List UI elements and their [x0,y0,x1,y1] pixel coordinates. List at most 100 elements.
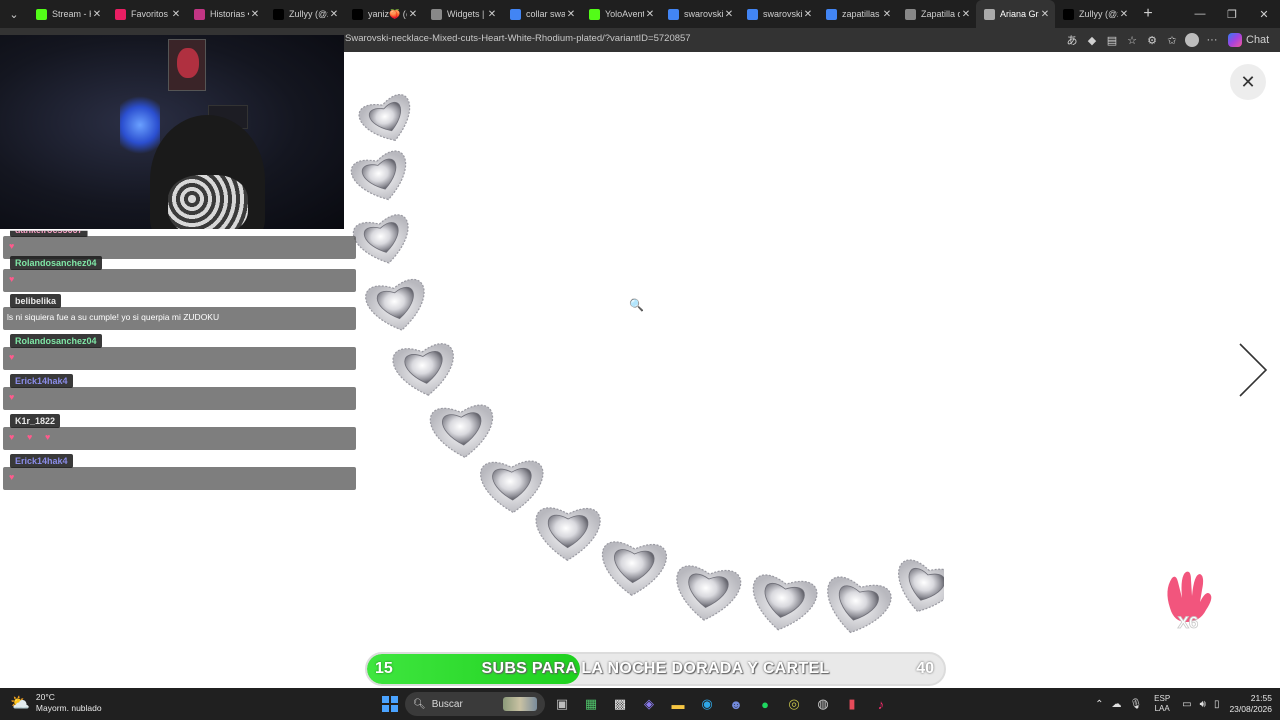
microphone-icon[interactable]: 🎙︎ [1129,699,1142,710]
close-tab-icon[interactable]: ✕ [1039,9,1051,20]
search-icon [826,8,837,20]
tab-title: collar swar [526,9,565,19]
obs-app-icon[interactable]: ◍ [811,692,835,716]
close-tab-icon[interactable]: ✕ [249,9,261,20]
browser-tab[interactable]: swarovski c✕ [739,0,818,28]
zoom-cursor-icon: 🔍 [629,298,644,312]
more-options-icon[interactable]: ··· [1202,34,1222,46]
url-text[interactable]: Swarovski-necklace-Mixed-cuts-Heart-Whit… [345,33,691,44]
start-button[interactable] [380,694,400,714]
close-tab-icon[interactable]: ✕ [91,9,103,20]
copilot-chat-button[interactable]: Chat [1228,33,1269,47]
close-icon: ✕ [1240,71,1256,92]
copilot-app-icon[interactable]: ◈ [637,692,661,716]
close-tab-icon[interactable]: ✕ [170,9,182,20]
chat-username[interactable]: Erick14hak4 [10,374,73,388]
chat-username[interactable]: Rolandosanchez04 [10,334,102,348]
favorites-list-icon[interactable]: ✩ [1162,34,1182,47]
game-app-icon[interactable]: ◎ [782,692,806,716]
file-explorer-icon[interactable]: ▬ [666,692,690,716]
tab-title: zapatillas k [842,9,881,19]
tiktok-app-icon[interactable]: ♪ [869,692,893,716]
tiktok-icon [352,8,363,20]
browser-tab[interactable]: Zullyy (@zu✕ [265,0,344,28]
tab-title: swarovski c [684,9,723,19]
minimize-icon[interactable]: — [1184,8,1216,21]
instagram-icon [194,8,205,20]
close-tab-icon[interactable]: ✕ [644,9,656,20]
browser-tab[interactable]: Ariana Gran✕ [976,0,1055,28]
tab-title: Zapatilla de [921,9,960,19]
notepad-app-icon[interactable]: ▦ [579,692,603,716]
browser-tab[interactable]: Zullyy (@zu✕ [1055,0,1134,28]
close-tab-icon[interactable]: ✕ [802,9,814,20]
heart-crystal [535,507,601,561]
close-tab-icon[interactable]: ✕ [407,9,419,20]
translate-icon[interactable]: あ [1062,32,1082,48]
chat-username[interactable]: belibelika [10,294,62,308]
heart-crystal [392,343,454,396]
taskbar-search[interactable]: 🔍︎ Buscar [405,692,545,716]
store-app-icon[interactable]: ▩ [608,692,632,716]
browser-tab[interactable]: Widgets | E✕ [423,0,502,28]
favorite-star-icon[interactable]: ☆ [1122,34,1142,47]
weather-condition: Mayorm. nublado [35,703,102,713]
task-view-icon[interactable]: ▣ [550,692,574,716]
tab-title: Stream - K [52,9,91,19]
kick-icon [589,8,600,20]
discord-app-icon[interactable]: ☻ [724,692,748,716]
copilot-icon [1228,33,1242,47]
close-tab-icon[interactable]: ✕ [1118,9,1130,20]
chat-message [3,269,356,292]
close-tab-icon[interactable]: ✕ [723,9,735,20]
browser-tab[interactable]: Historias • ✕ [186,0,265,28]
close-window-icon[interactable]: ✕ [1248,8,1280,21]
poster-face [177,48,199,78]
volume-icon[interactable]: 🔊︎ [1200,699,1206,710]
chat-emote-icon: ♥ [27,432,33,442]
chat-username[interactable]: dankelrocs5667 [10,230,88,237]
close-tab-icon[interactable]: ✕ [960,9,972,20]
weather-widget[interactable]: ⛅ 20°C Mayorm. nublado [10,692,102,714]
show-hidden-icons-icon[interactable]: ⌃ [1095,699,1103,710]
chat-username[interactable]: Erick14hak4 [10,454,73,468]
close-tab-icon[interactable]: ✕ [328,9,340,20]
edge-browser-icon[interactable]: ◉ [695,692,719,716]
browser-tab[interactable]: Stream - K ✕ [28,0,107,28]
system-clock[interactable]: 21:55 23/08/2026 [1229,693,1272,715]
reading-view-icon[interactable]: ▤ [1102,34,1122,47]
browser-tab[interactable]: zapatillas k✕ [818,0,897,28]
chat-username[interactable]: K1r_1822 [10,414,61,428]
chat-username[interactable]: Rolandosanchez04 [10,256,102,270]
restore-icon[interactable]: ❐ [1216,8,1248,21]
browser-tab[interactable]: YoloAventu✕ [581,0,660,28]
input-language[interactable]: ESP LAA [1154,694,1170,714]
chat-emote-icon: ♥ [45,432,51,442]
browser-tab[interactable]: Zapatilla de✕ [897,0,976,28]
battery-icon[interactable]: ▯ [1214,699,1220,710]
wall-poster [168,39,206,91]
browser-tab[interactable]: Favoritos ✕ [107,0,186,28]
new-tab-button[interactable]: + [1134,5,1162,23]
browser-tab[interactable]: collar swar ✕ [502,0,581,28]
browser-tab[interactable]: yaniz🍑 (@✕ [344,0,423,28]
system-tray: ⌃ ☁ 🎙︎ ESP LAA ▭ 🔊︎ ▯ 21:55 23/08/2026 [1091,688,1280,720]
close-tab-icon[interactable]: ✕ [565,9,577,20]
spotify-app-icon[interactable]: ● [753,692,777,716]
tab-title: Historias • [210,9,249,19]
close-viewer-button[interactable]: ✕ [1230,64,1266,100]
hand-emote-icon: X6 [1167,571,1212,632]
next-image-arrow-icon[interactable] [1232,340,1272,400]
favorites-icon [115,8,126,20]
browser-tab[interactable]: swarovski c✕ [660,0,739,28]
close-tab-icon[interactable]: ✕ [881,9,893,20]
extensions-icon[interactable]: ⚙ [1142,34,1162,47]
necklace-product-image[interactable] [344,52,944,652]
profile-avatar[interactable] [1185,33,1199,47]
tab-actions-menu-icon[interactable]: ⌄ [0,0,28,28]
network-icon[interactable]: ▭ [1182,699,1191,710]
onedrive-icon[interactable]: ☁ [1111,699,1121,710]
tag-icon[interactable]: ◆ [1082,34,1102,47]
streaming-app-icon[interactable]: ▮ [840,692,864,716]
close-tab-icon[interactable]: ✕ [486,9,498,20]
